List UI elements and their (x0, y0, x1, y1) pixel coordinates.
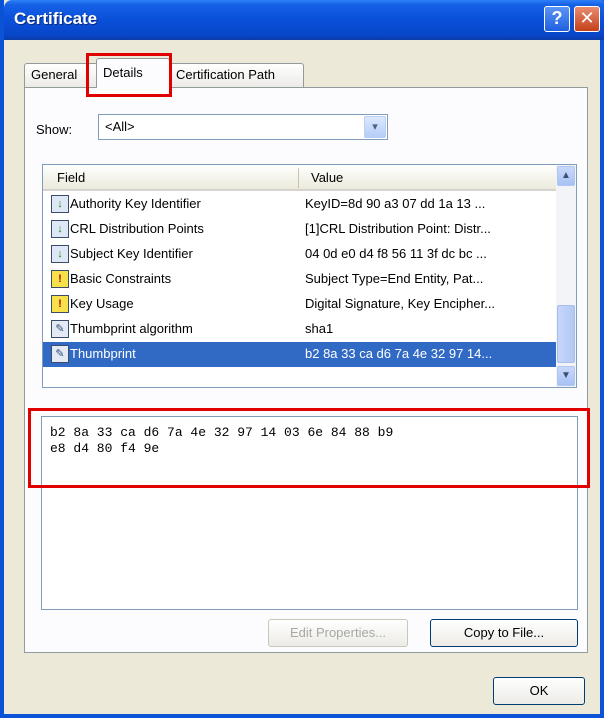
list-row[interactable]: ↓ CRL Distribution Points [1]CRL Distrib… (43, 217, 556, 242)
field-list[interactable]: Field Value ↓ Authority Key Identifier K… (42, 164, 577, 388)
row-value: Digital Signature, Key Encipher... (305, 296, 496, 311)
scroll-down-icon[interactable]: ▼ (557, 366, 575, 386)
scroll-up-icon[interactable]: ▲ (557, 166, 575, 186)
property-icon: ✎ (51, 320, 69, 338)
row-value: b2 8a 33 ca d6 7a 4e 32 97 14... (305, 346, 493, 361)
extension-icon: ↓ (51, 195, 69, 213)
certificate-dialog: Certificate ? ✕ General Details Certific… (0, 0, 604, 718)
row-value: sha1 (305, 321, 334, 336)
column-header-field[interactable]: Field (57, 170, 85, 185)
list-row-selected[interactable]: ✎ Thumbprint b2 8a 33 ca d6 7a 4e 32 97 … (43, 342, 556, 367)
show-label: Show: (36, 122, 73, 137)
title-bar[interactable]: Certificate ? ✕ (4, 0, 604, 40)
tab-certification-path[interactable]: Certification Path (169, 63, 304, 87)
edit-properties-button[interactable]: Edit Properties... (268, 619, 408, 647)
show-dropdown[interactable]: <All> ▾ (98, 114, 388, 140)
list-row[interactable]: ↓ Subject Key Identifier 04 0d e0 d4 f8 … (43, 242, 556, 267)
help-button[interactable]: ? (544, 6, 570, 32)
row-field: Basic Constraints (70, 271, 172, 286)
row-field: Key Usage (70, 296, 134, 311)
row-value: KeyID=8d 90 a3 07 dd 1a 13 ... (305, 196, 486, 211)
close-button[interactable]: ✕ (574, 6, 600, 32)
extension-icon: ↓ (51, 245, 69, 263)
row-field: Authority Key Identifier (70, 196, 201, 211)
vertical-scrollbar[interactable]: ▲ ▼ (556, 165, 576, 387)
critical-extension-icon: ! (51, 295, 69, 313)
tab-details[interactable]: Details (96, 58, 170, 88)
extension-icon: ↓ (51, 220, 69, 238)
thumbprint-value-text[interactable]: b2 8a 33 ca d6 7a 4e 32 97 14 03 6e 84 8… (50, 425, 570, 457)
row-field: Thumbprint (70, 346, 136, 361)
list-header: Field Value (43, 165, 556, 191)
window-title: Certificate (14, 9, 98, 28)
value-detail-box[interactable]: b2 8a 33 ca d6 7a 4e 32 97 14 03 6e 84 8… (41, 416, 578, 610)
list-row[interactable]: ! Basic Constraints Subject Type=End Ent… (43, 267, 556, 292)
column-divider[interactable] (298, 168, 299, 188)
row-field: Subject Key Identifier (70, 246, 193, 261)
list-row[interactable]: ↓ Authority Key Identifier KeyID=8d 90 a… (43, 192, 556, 217)
row-value: [1]CRL Distribution Point: Distr... (305, 221, 491, 236)
list-row[interactable]: ! Key Usage Digital Signature, Key Encip… (43, 292, 556, 317)
tab-general[interactable]: General (24, 63, 98, 87)
row-value: Subject Type=End Entity, Pat... (305, 271, 484, 286)
row-field: CRL Distribution Points (70, 221, 204, 236)
scroll-thumb[interactable] (557, 305, 575, 363)
show-dropdown-value: <All> (105, 119, 135, 134)
ok-button[interactable]: OK (493, 677, 585, 705)
column-header-value[interactable]: Value (311, 170, 343, 185)
row-value: 04 0d e0 d4 f8 56 11 3f dc bc ... (305, 246, 487, 261)
chevron-down-icon[interactable]: ▾ (364, 116, 386, 138)
list-row[interactable]: ✎ Thumbprint algorithm sha1 (43, 317, 556, 342)
property-icon: ✎ (51, 345, 69, 363)
copy-to-file-button[interactable]: Copy to File... (430, 619, 578, 647)
row-field: Thumbprint algorithm (70, 321, 193, 336)
critical-extension-icon: ! (51, 270, 69, 288)
